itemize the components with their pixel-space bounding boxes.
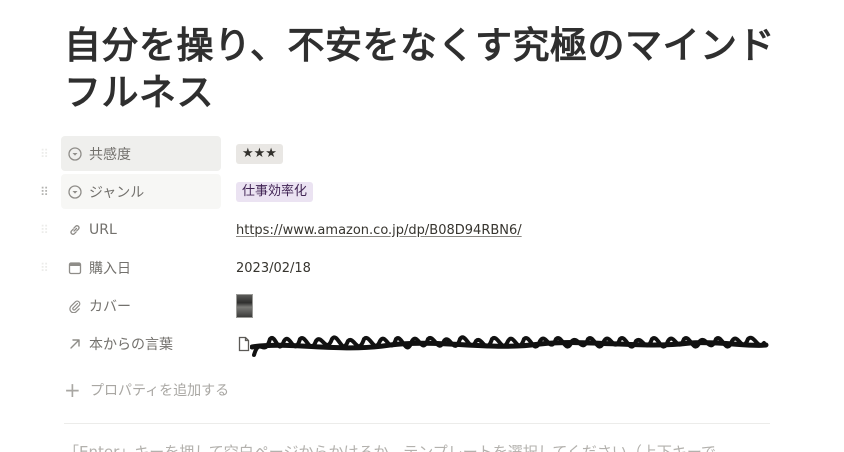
paperclip-icon (67, 298, 83, 314)
drag-handle-icon[interactable] (40, 298, 52, 314)
select-icon (67, 146, 83, 162)
genre-tag[interactable]: 仕事効率化 (236, 182, 314, 202)
property-label: 共感度 (89, 146, 131, 163)
drag-handle-icon[interactable] (40, 336, 52, 352)
property-name-quotes[interactable]: 本からの言葉 (61, 326, 221, 361)
calendar-icon (67, 260, 83, 276)
property-name-genre[interactable]: ジャンル (61, 174, 221, 209)
property-value-purchase-date[interactable]: 2023/02/18 (236, 249, 311, 287)
page-title[interactable]: 自分を操り、不安をなくす究極のマインドフルネス (64, 22, 784, 116)
redaction-scribble (250, 335, 769, 357)
property-name-empathy[interactable]: 共感度 (61, 136, 221, 171)
drag-handle-icon[interactable]: ⠿ (40, 146, 52, 162)
property-name-cover[interactable]: カバー (61, 288, 221, 323)
url-link[interactable]: https://www.amazon.co.jp/dp/B08D94RBN6/ (236, 223, 522, 238)
property-row-genre: ⠿ ジャンル 仕事効率化 (0, 173, 844, 211)
property-label: カバー (89, 298, 131, 315)
add-property-label: プロパティを追加する (90, 383, 230, 399)
notion-page: 自分を操り、不安をなくす究極のマインドフルネス ⠿ 共感度 ★★★ ⠿ ジャンル (0, 0, 844, 452)
select-icon (67, 184, 83, 200)
property-value-empathy[interactable]: ★★★ (236, 135, 283, 173)
property-row-cover: カバー (0, 287, 844, 325)
drag-handle-icon[interactable]: ⠿ (40, 184, 52, 200)
property-list: ⠿ 共感度 ★★★ ⠿ ジャンル 仕事効率化 ⠿ URL https://www… (0, 135, 844, 363)
property-label: 本からの言葉 (89, 336, 173, 353)
relation-arrow-icon (67, 336, 83, 352)
empty-page-hint[interactable]: 「Enter」キーを押して空白ページからかけるか、テンプレートを選択してください… (64, 441, 784, 452)
divider (64, 423, 770, 424)
property-name-purchase-date[interactable]: 購入日 (61, 250, 221, 285)
property-row-quotes: 本からの言葉 (0, 325, 844, 363)
property-row-purchase-date: ⠿ 購入日 2023/02/18 (0, 249, 844, 287)
link-icon (67, 222, 83, 238)
property-label: 購入日 (89, 260, 131, 277)
drag-handle-icon[interactable]: ⠿ (40, 222, 52, 238)
book-cover-thumbnail[interactable] (236, 294, 253, 318)
property-row-empathy: ⠿ 共感度 ★★★ (0, 135, 844, 173)
property-value-url[interactable]: https://www.amazon.co.jp/dp/B08D94RBN6/ (236, 211, 522, 249)
date-value: 2023/02/18 (236, 260, 311, 276)
property-row-url: ⠿ URL https://www.amazon.co.jp/dp/B08D94… (0, 211, 844, 249)
property-label: URL (89, 221, 117, 238)
plus-icon: + (64, 378, 81, 402)
add-property-button[interactable]: + プロパティを追加する (64, 378, 229, 402)
property-value-genre[interactable]: 仕事効率化 (236, 173, 314, 211)
drag-handle-icon[interactable]: ⠿ (40, 260, 52, 276)
property-value-cover[interactable] (236, 287, 253, 325)
property-label: ジャンル (89, 184, 145, 201)
rating-tag[interactable]: ★★★ (236, 144, 283, 164)
property-name-url[interactable]: URL (61, 212, 221, 247)
